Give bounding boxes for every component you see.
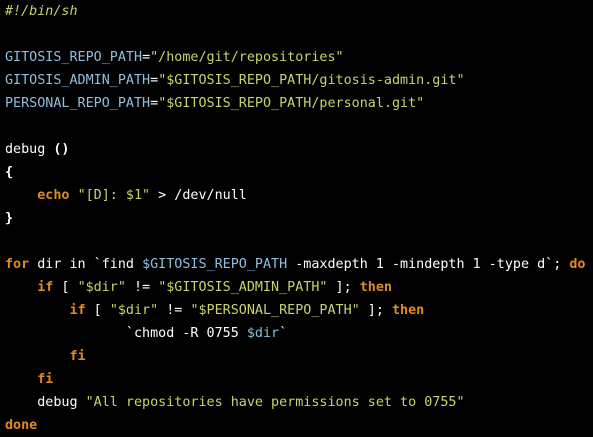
- code-line: debug "All repositories have permissions…: [5, 391, 585, 414]
- code-line: if [ "$dir" != "$GITOSIS_ADMIN_PATH" ]; …: [5, 276, 585, 299]
- punctuation-token: }: [5, 211, 14, 226]
- code-line: fi: [5, 368, 585, 391]
- code-line: done: [5, 414, 585, 437]
- code-line: if [ "$dir" != "$PERSONAL_REPO_PATH" ]; …: [5, 299, 585, 322]
- string-token: "/home/git/repositories": [150, 50, 344, 65]
- keyword-token: fi: [69, 349, 86, 364]
- text-token: [: [53, 280, 78, 295]
- code-block: #!/bin/sh GITOSIS_REPO_PATH="/home/git/re…: [5, 0, 585, 437]
- text-token: =: [142, 50, 151, 65]
- code-line: GITOSIS_REPO_PATH="/home/git/repositorie…: [5, 46, 585, 69]
- text-token: !=: [158, 303, 191, 318]
- string-token: "$GITOSIS_REPO_PATH/personal.git": [158, 96, 425, 111]
- keyword-token: then: [392, 303, 425, 318]
- text-token: > /dev/null: [150, 188, 247, 203]
- string-token: "$GITOSIS_ADMIN_PATH": [158, 280, 328, 295]
- text-token: -maxdepth 1 -mindepth 1 -type d`;: [287, 257, 570, 272]
- string-token: "$dir": [77, 280, 126, 295]
- code-line: echo "[D]: $1" > /dev/null: [5, 184, 585, 207]
- text-token: ];: [327, 280, 360, 295]
- text-token: debug: [5, 395, 86, 410]
- text-token: [: [85, 303, 110, 318]
- keyword-token: done: [5, 418, 38, 433]
- code-line: for dir in `find $GITOSIS_REPO_PATH -max…: [5, 253, 585, 276]
- code-line: #!/bin/sh: [5, 0, 585, 23]
- keyword-token: for: [5, 257, 30, 272]
- code-line: debug (): [5, 138, 585, 161]
- variable-token: $dir: [246, 326, 280, 341]
- variable-token: GITOSIS_REPO_PATH: [5, 50, 143, 65]
- code-line: GITOSIS_ADMIN_PATH="$GITOSIS_REPO_PATH/g…: [5, 69, 585, 92]
- keyword-token: then: [359, 280, 392, 295]
- keyword-token: echo: [37, 188, 70, 203]
- keyword-token: do: [569, 257, 586, 272]
- text-token: ];: [359, 303, 392, 318]
- code-line: {: [5, 161, 585, 184]
- code-line: }: [5, 207, 585, 230]
- punctuation-token: {: [5, 165, 14, 180]
- keyword-token: if: [69, 303, 86, 318]
- keyword-token: fi: [37, 372, 54, 387]
- string-token: "$GITOSIS_REPO_PATH/gitosis-admin.git": [158, 73, 465, 88]
- text-token: `: [279, 326, 288, 341]
- variable-token: PERSONAL_REPO_PATH: [5, 96, 151, 111]
- variable-token: GITOSIS_ADMIN_PATH: [5, 73, 151, 88]
- keyword-token: if: [37, 280, 54, 295]
- string-token: "[D]: $1": [77, 188, 151, 203]
- string-token: "$PERSONAL_REPO_PATH": [190, 303, 360, 318]
- code-line: `chmod -R 0755 $dir`: [5, 322, 585, 345]
- variable-token: $GITOSIS_REPO_PATH: [142, 257, 288, 272]
- comment-token: #!/bin/sh: [5, 4, 78, 19]
- code-line: fi: [5, 345, 585, 368]
- text-token: =: [150, 73, 159, 88]
- code-line: PERSONAL_REPO_PATH="$GITOSIS_REPO_PATH/p…: [5, 92, 585, 115]
- punctuation-token: (): [53, 142, 70, 157]
- text-token: =: [150, 96, 159, 111]
- string-token: "All repositories have permissions set t…: [85, 395, 465, 410]
- text-token: `chmod -R 0755: [5, 326, 247, 341]
- string-token: "$dir": [109, 303, 159, 318]
- text-token: dir in `find: [29, 257, 143, 272]
- code-editor[interactable]: #!/bin/sh GITOSIS_REPO_PATH="/home/git/re…: [0, 0, 593, 435]
- text-token: !=: [125, 280, 159, 295]
- text-token: debug: [5, 142, 54, 157]
